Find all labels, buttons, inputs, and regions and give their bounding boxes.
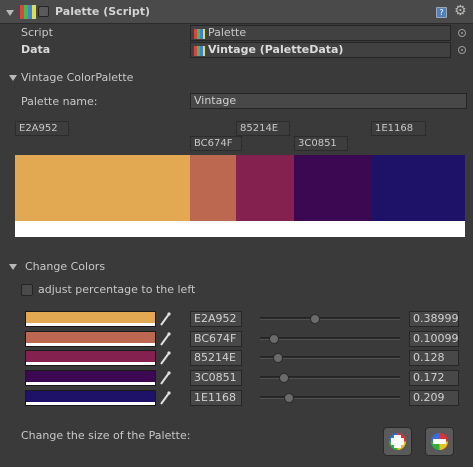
- color-swatch-alpha: [26, 343, 155, 346]
- percentage-slider-4[interactable]: [260, 373, 400, 383]
- palette-preview-base: [15, 221, 465, 237]
- hex-input-1[interactable]: E2A952: [190, 311, 242, 327]
- data-label: Data: [21, 43, 51, 56]
- adjust-percentage-label: adjust percentage to the left: [38, 283, 196, 296]
- eyedropper-icon[interactable]: [159, 332, 171, 346]
- color-swatch-fill: [26, 312, 155, 323]
- component-title: Palette (Script): [55, 5, 151, 18]
- hex-input-2[interactable]: BC674F: [190, 331, 242, 347]
- color-swatch-2[interactable]: [25, 331, 156, 347]
- palette-size-label: Change the size of the Palette:: [21, 429, 191, 442]
- percentage-slider-1[interactable]: [260, 314, 400, 324]
- hex-input-4[interactable]: 3C0851: [190, 370, 242, 386]
- percentage-input-1[interactable]: 0.38999: [409, 311, 459, 327]
- slider-thumb[interactable]: [309, 314, 320, 324]
- hex-label-2: BC674F: [190, 136, 242, 151]
- add-color-button[interactable]: [383, 427, 412, 456]
- data-field[interactable]: Vintage (PaletteData): [190, 42, 451, 58]
- eyedropper-icon[interactable]: [159, 312, 171, 326]
- palette-script-icon: [20, 5, 36, 19]
- palette-preview: [15, 155, 465, 221]
- minus-icon: [433, 439, 446, 444]
- script-label: Script: [21, 26, 53, 39]
- script-picker-icon[interactable]: [458, 29, 466, 37]
- palette-segment-2: [190, 155, 236, 221]
- hex-label-1: E2A952: [15, 121, 69, 136]
- color-swatch-4[interactable]: [25, 370, 156, 386]
- percentage-slider-3[interactable]: [260, 353, 400, 363]
- color-swatch-5[interactable]: [25, 390, 156, 406]
- percentage-input-4[interactable]: 0.172: [409, 370, 459, 386]
- change-colors-foldout-arrow-icon[interactable]: [9, 264, 17, 270]
- eyedropper-icon[interactable]: [159, 391, 171, 405]
- palette-segment-3: [235, 155, 294, 221]
- color-swatch-fill: [26, 351, 155, 362]
- data-value: Vintage (PaletteData): [208, 43, 344, 56]
- foldout-arrow-icon[interactable]: [6, 10, 14, 16]
- remove-color-button[interactable]: [425, 427, 454, 456]
- data-picker-icon[interactable]: [458, 46, 466, 54]
- color-swatch-alpha: [26, 362, 155, 365]
- percentage-slider-2[interactable]: [260, 334, 400, 344]
- hex-label-5: 1E1168: [371, 121, 426, 136]
- hex-input-3[interactable]: 85214E: [190, 350, 242, 366]
- plus-icon-bar: [391, 438, 404, 445]
- color-swatch-1[interactable]: [25, 311, 156, 327]
- data-asset-icon: [194, 46, 205, 56]
- color-swatch-alpha: [26, 402, 155, 405]
- gear-icon[interactable]: ⚙: [454, 4, 467, 18]
- color-swatch-fill: [26, 371, 155, 382]
- hex-input-5[interactable]: 1E1168: [190, 390, 242, 406]
- component-header: Palette (Script) ? ⚙: [0, 0, 473, 24]
- percentage-input-3[interactable]: 0.128: [409, 350, 459, 366]
- adjust-percentage-checkbox[interactable]: [21, 284, 33, 296]
- eyedropper-icon[interactable]: [159, 371, 171, 385]
- script-value: Palette: [208, 26, 247, 39]
- palette-name-label: Palette name:: [21, 95, 98, 108]
- palette-segment-4: [293, 155, 371, 221]
- slider-thumb[interactable]: [272, 353, 283, 363]
- percentage-slider-5[interactable]: [260, 393, 400, 403]
- component-enabled-checkbox[interactable]: [38, 6, 49, 17]
- hex-label-4: 3C0851: [294, 136, 348, 151]
- slider-thumb[interactable]: [279, 373, 290, 383]
- color-swatch-3[interactable]: [25, 350, 156, 366]
- color-swatch-fill: [26, 332, 155, 343]
- script-field[interactable]: Palette: [190, 25, 451, 41]
- section-title: Vintage ColorPalette: [21, 71, 134, 84]
- color-swatch-fill: [26, 391, 155, 402]
- palette-segment-1: [15, 155, 191, 221]
- palette-name-input[interactable]: Vintage: [190, 93, 467, 109]
- eyedropper-icon[interactable]: [159, 351, 171, 365]
- percentage-input-5[interactable]: 0.209: [409, 390, 459, 406]
- percentage-input-2[interactable]: 0.10099: [409, 331, 459, 347]
- section-foldout-arrow-icon[interactable]: [9, 75, 17, 81]
- palette-segment-5: [370, 155, 465, 221]
- slider-thumb[interactable]: [284, 393, 295, 403]
- help-icon[interactable]: ?: [436, 7, 447, 18]
- change-colors-title: Change Colors: [25, 260, 106, 273]
- color-swatch-alpha: [26, 323, 155, 326]
- script-file-icon: [194, 29, 205, 39]
- color-swatch-alpha: [26, 382, 155, 385]
- slider-thumb[interactable]: [269, 334, 280, 344]
- hex-label-3: 85214E: [236, 121, 290, 136]
